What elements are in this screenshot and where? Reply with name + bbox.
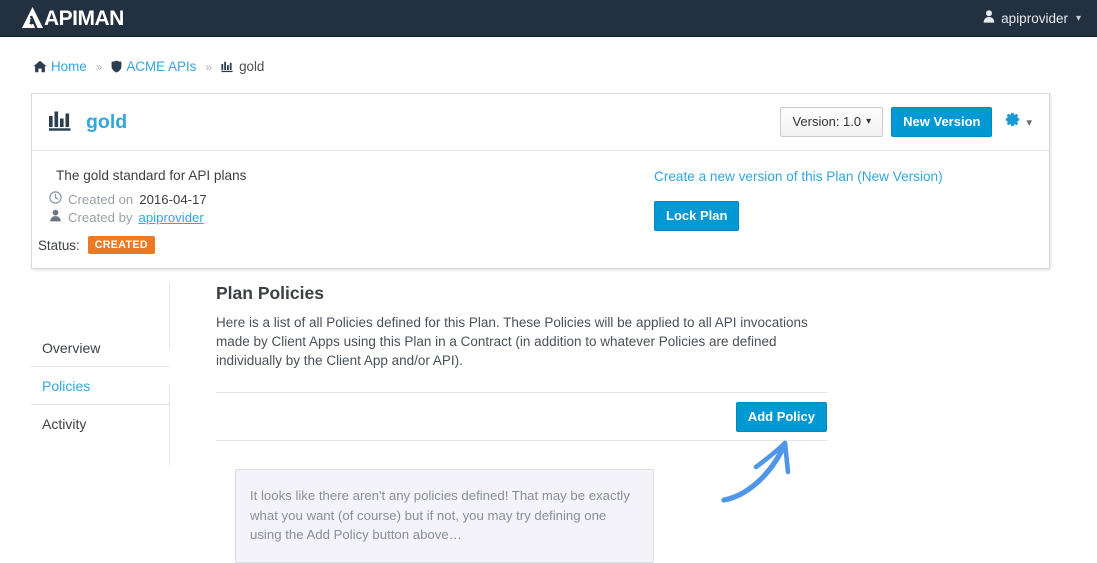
- chevron-down-icon: ▾: [866, 116, 872, 127]
- apiman-text: APIMAN: [44, 6, 124, 30]
- plan-card-actions: Version: 1.0 ▾ New Version ▾: [780, 107, 1032, 137]
- chevron-down-icon: ▾: [1026, 116, 1032, 129]
- plan-policies-panel: Plan Policies Here is a list of all Poli…: [216, 283, 827, 563]
- plan-card-body: The gold standard for API plans Created …: [32, 151, 1049, 268]
- created-on-value: 2016-04-17: [139, 191, 207, 207]
- status-badge: CREATED: [87, 236, 155, 254]
- create-new-version-link[interactable]: Create a new version of this Plan (New V…: [654, 169, 1032, 184]
- policy-action-bar: Add Policy: [216, 393, 827, 442]
- settings-menu[interactable]: ▾: [1000, 111, 1032, 133]
- plan-details: The gold standard for API plans Created …: [38, 168, 649, 254]
- sidebar-rail-lower: [169, 385, 170, 465]
- empty-state-message: It looks like there aren't any policies …: [235, 469, 654, 563]
- created-by-row: Created by apiprovider: [49, 209, 649, 225]
- created-by-label: Created by: [68, 209, 133, 225]
- plan-actions-column: Create a new version of this Plan (New V…: [649, 168, 1032, 254]
- section-heading: Plan Policies: [216, 283, 324, 303]
- breadcrumb-item-acme-apis[interactable]: ACME APIs: [111, 59, 196, 74]
- plan-title-group: gold: [48, 108, 127, 137]
- created-by-value[interactable]: apiprovider: [139, 210, 204, 225]
- breadcrumb: Home » ACME APIs » gold: [0, 37, 1097, 74]
- brand-logo[interactable]: APIMAN: [22, 0, 124, 36]
- top-navbar: APIMAN apiprovider ▾: [0, 0, 1097, 37]
- created-on-label: Created on: [68, 191, 134, 207]
- sidebar-rail-upper: [169, 283, 170, 348]
- new-version-button[interactable]: New Version: [891, 107, 993, 137]
- chevron-down-icon: ▾: [1075, 12, 1081, 24]
- sidebar-item-label: Overview: [42, 339, 101, 356]
- status-row: Status: CREATED: [38, 236, 649, 254]
- sidebar-item-activity[interactable]: Activity: [31, 405, 169, 443]
- bar-chart-icon: [221, 60, 235, 73]
- sidebar-item-overview[interactable]: Overview: [31, 329, 169, 367]
- person-icon: [49, 209, 62, 225]
- sidebar-item-policies[interactable]: Policies: [31, 367, 169, 405]
- lock-plan-button[interactable]: Lock Plan: [654, 201, 740, 231]
- breadcrumb-item-gold: gold: [221, 59, 264, 74]
- apiman-a-icon: [22, 6, 44, 32]
- add-policy-button[interactable]: Add Policy: [735, 402, 827, 432]
- gear-icon: [1004, 111, 1021, 133]
- apiman-wordmark: APIMAN: [22, 6, 124, 31]
- breadcrumb-item-home[interactable]: Home: [33, 59, 87, 74]
- plan-sidebar-nav: Overview Policies Activity: [31, 283, 169, 443]
- shield-icon: [111, 60, 122, 73]
- breadcrumb-separator: »: [95, 59, 103, 74]
- created-on-row: Created on 2016-04-17: [49, 191, 649, 207]
- user-menu-label: apiprovider: [1001, 10, 1068, 26]
- person-icon: [983, 10, 995, 26]
- version-select-label: Version: 1.0: [792, 114, 862, 130]
- bar-chart-icon: [48, 108, 75, 137]
- plan-card-header: gold Version: 1.0 ▾ New Version ▾: [32, 94, 1049, 151]
- sidebar-item-label: Policies: [42, 377, 91, 394]
- plan-description: The gold standard for API plans: [56, 168, 247, 183]
- section-description: Here is a list of all Policies defined f…: [216, 315, 808, 369]
- breadcrumb-label-acme-apis: ACME APIs: [126, 59, 197, 74]
- sidebar-item-label: Activity: [42, 416, 87, 432]
- page-title: gold: [86, 110, 128, 133]
- home-icon: [33, 60, 47, 73]
- version-select[interactable]: Version: 1.0 ▾: [780, 107, 884, 137]
- plan-header-card: gold Version: 1.0 ▾ New Version ▾ The go…: [31, 93, 1050, 269]
- breadcrumb-label-gold: gold: [239, 59, 265, 74]
- user-menu[interactable]: apiprovider ▾: [983, 10, 1081, 26]
- breadcrumb-separator: »: [205, 59, 213, 74]
- breadcrumb-label-home: Home: [51, 59, 87, 74]
- status-label: Status:: [38, 237, 80, 253]
- clock-icon: [49, 191, 62, 207]
